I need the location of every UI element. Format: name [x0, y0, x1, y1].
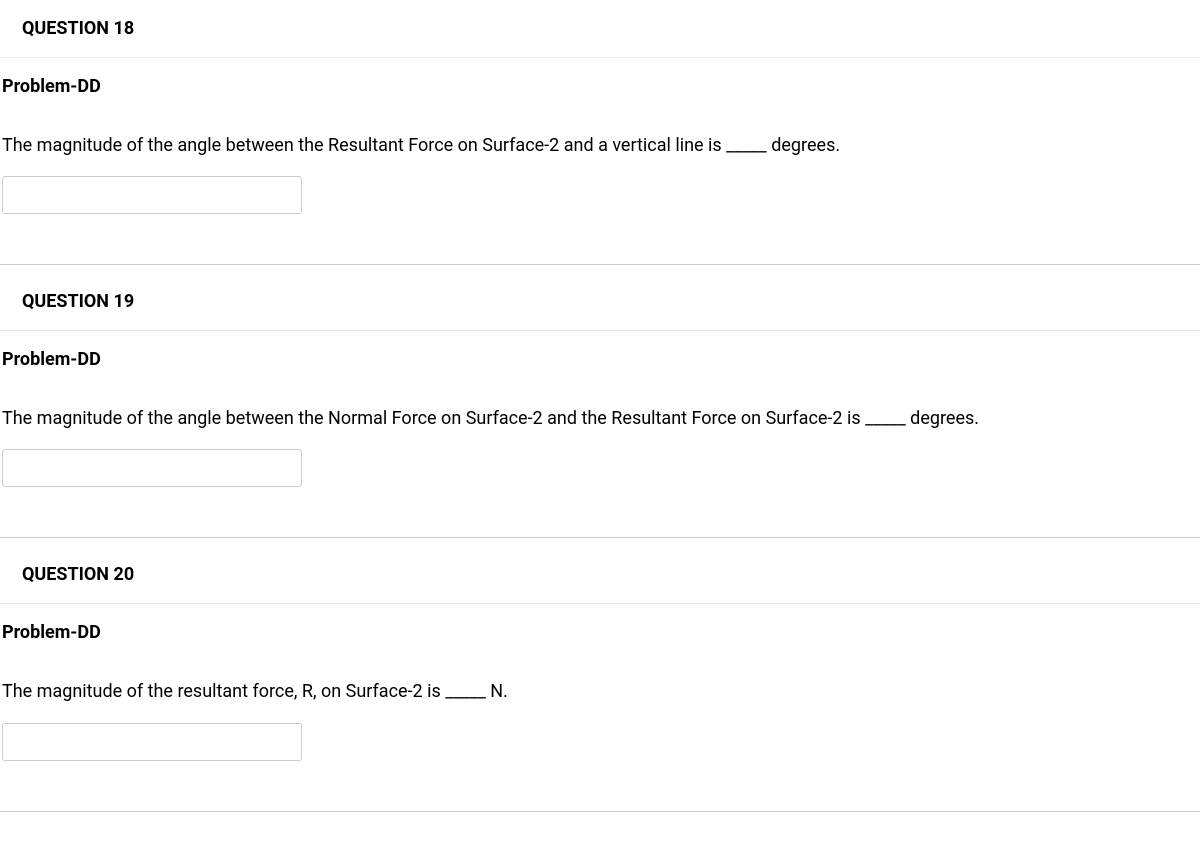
problem-label: Problem-DD [0, 76, 1200, 97]
question-block-18: QUESTION 18 Problem-DD The magnitude of … [0, 0, 1200, 265]
problem-label: Problem-DD [0, 622, 1200, 643]
question-header: QUESTION 19 [0, 273, 1200, 331]
answer-input-19[interactable] [2, 449, 302, 487]
question-header: QUESTION 20 [0, 546, 1200, 604]
question-block-20: QUESTION 20 Problem-DD The magnitude of … [0, 546, 1200, 811]
question-text: The magnitude of the resultant force, R,… [0, 679, 1200, 704]
answer-input-18[interactable] [2, 176, 302, 214]
question-text: The magnitude of the angle between the R… [0, 133, 1200, 158]
question-block-19: QUESTION 19 Problem-DD The magnitude of … [0, 273, 1200, 538]
problem-label: Problem-DD [0, 349, 1200, 370]
answer-input-20[interactable] [2, 723, 302, 761]
question-header: QUESTION 18 [0, 0, 1200, 58]
question-text: The magnitude of the angle between the N… [0, 406, 1200, 431]
